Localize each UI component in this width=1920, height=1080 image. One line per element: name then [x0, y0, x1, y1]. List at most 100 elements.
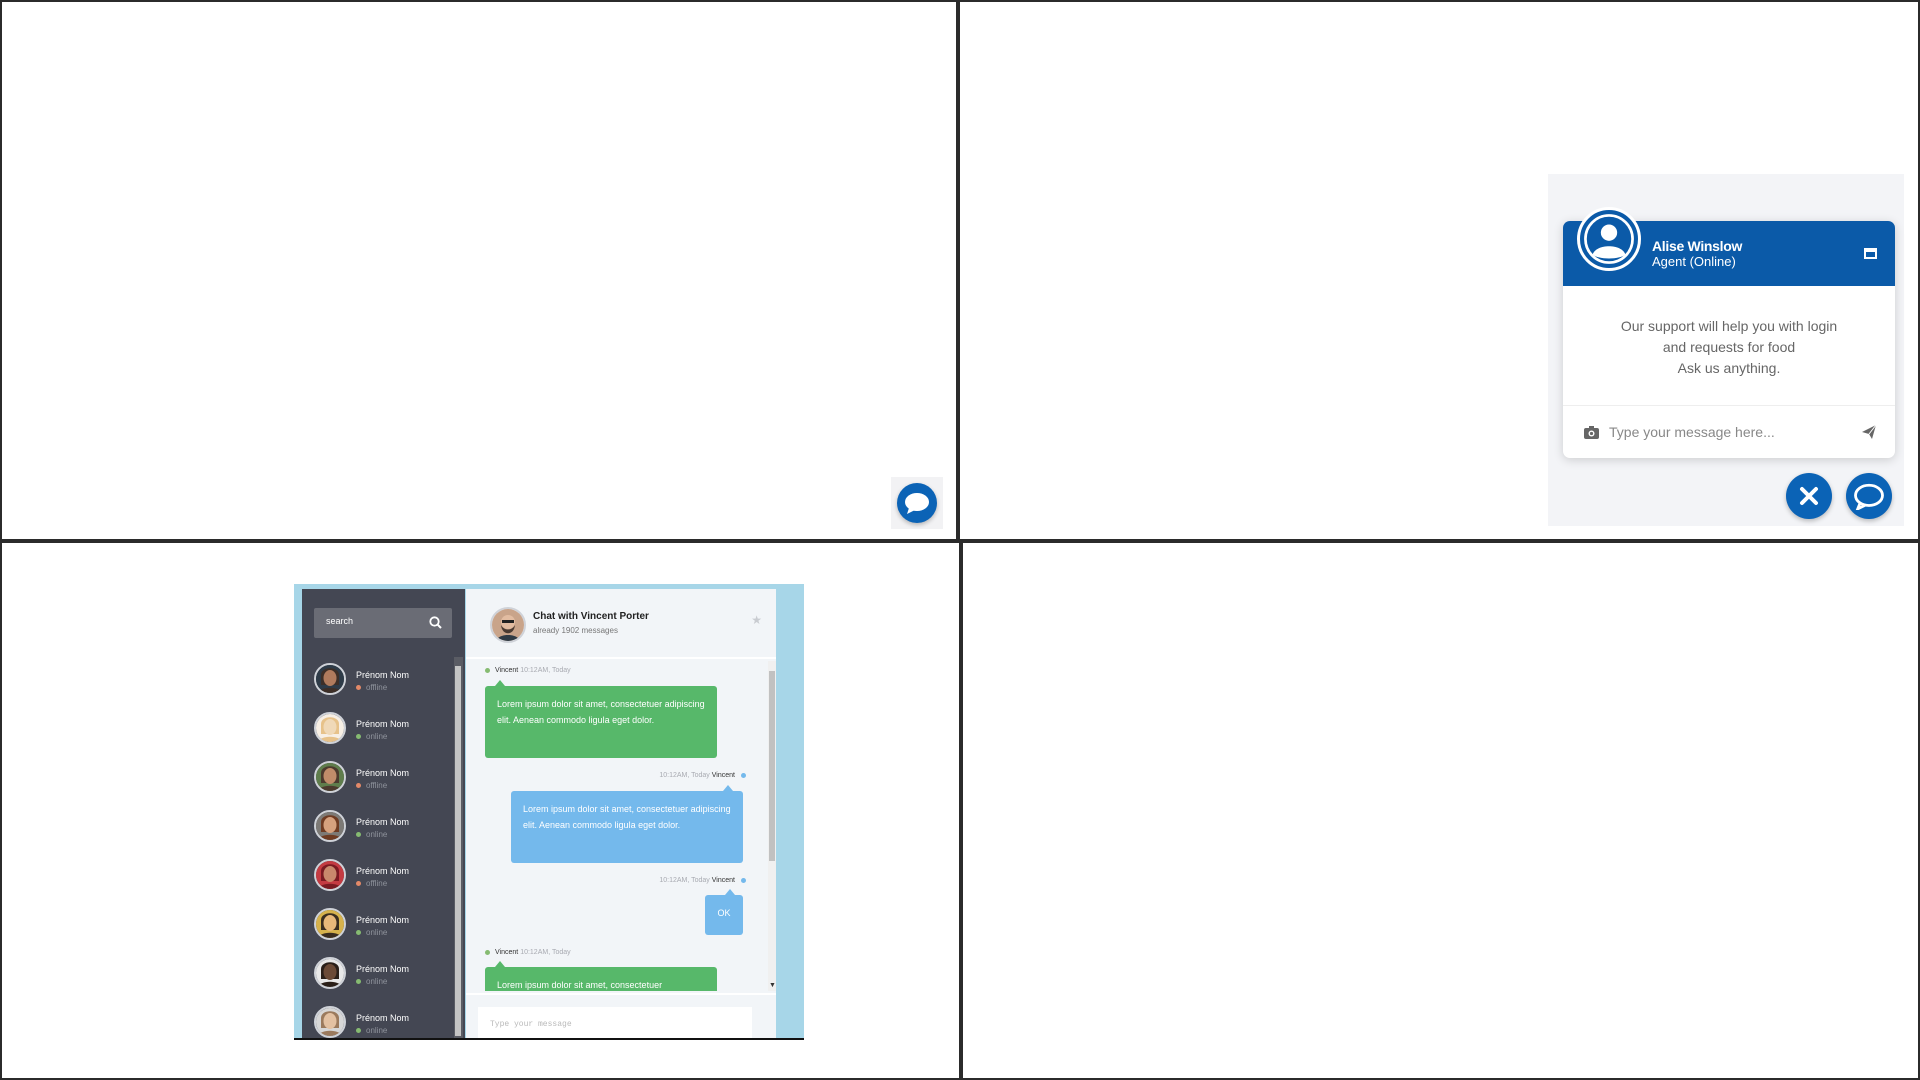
contact-status: online — [356, 830, 387, 839]
send-icon[interactable] — [1861, 424, 1877, 440]
contact-name: Prénom Nom — [356, 866, 410, 876]
status-dot — [356, 979, 361, 985]
avatar — [490, 607, 526, 643]
list-item[interactable]: Prénom Nom online — [314, 1006, 454, 1039]
chat-bubble-icon — [1854, 483, 1884, 510]
contact-status: offline — [356, 683, 387, 692]
message-author: Vincent — [495, 667, 519, 674]
contact-status: online — [356, 732, 387, 741]
message-time: 10:12AM, Today — [659, 772, 710, 779]
online-dot — [741, 877, 746, 883]
contact-status: online — [356, 1026, 387, 1035]
list-item[interactable]: Prénom Nom offline — [314, 663, 454, 712]
screenshot-grid: Alise Winslow Agent (Online) Our support… — [0, 0, 1920, 1080]
status-label: online — [366, 977, 388, 986]
message-input[interactable] — [1609, 424, 1861, 440]
chat-launcher-area — [891, 477, 943, 529]
welcome-message: Our support will help you with login and… — [1563, 316, 1895, 379]
message-text: OK — [717, 908, 731, 918]
message-input[interactable] — [478, 1007, 752, 1039]
panel-empty — [961, 541, 1920, 1080]
panel-chat-app: Prénom Nom offline Prénom Nom online Prénom … — [0, 541, 961, 1080]
welcome-line: Our support will help you with login — [1620, 318, 1838, 334]
chat-window: Alise Winslow Agent (Online) Our support… — [1563, 207, 1895, 458]
agent-name: Alise Winslow — [1652, 238, 1743, 254]
composer — [466, 993, 776, 1039]
camera-icon[interactable] — [1583, 424, 1599, 440]
contact-name: Prénom Nom — [356, 915, 410, 925]
online-dot — [485, 949, 490, 955]
contact-status: offline — [356, 879, 387, 888]
contact-name: Prénom Nom — [356, 964, 410, 974]
list-item[interactable]: Prénom Nom online — [314, 957, 454, 1006]
status-label: online — [366, 830, 388, 839]
message-meta: 10:12AM, Today Vincent — [659, 877, 746, 884]
welcome-line: Ask us anything. — [1677, 360, 1781, 376]
avatar — [314, 810, 346, 842]
status-dot — [356, 930, 361, 936]
chat-main: Chat with Vincent Porter already 1902 me… — [466, 589, 776, 1039]
close-chat-button[interactable] — [1786, 473, 1832, 519]
list-item[interactable]: Prénom Nom offline — [314, 859, 454, 908]
chat-bubble-icon — [905, 493, 929, 514]
status-label: online — [366, 732, 388, 741]
chat-header: Chat with Vincent Porter already 1902 me… — [466, 589, 776, 659]
message-bubble: Lorem ipsum dolor sit amet, consectetuer… — [485, 680, 717, 758]
status-dot — [356, 783, 361, 789]
contact-status: offline — [356, 781, 387, 790]
contact-name: Prénom Nom — [356, 817, 410, 827]
status-dot — [356, 832, 361, 838]
avatar — [314, 761, 346, 793]
welcome-line: and requests for food — [1662, 339, 1796, 355]
status-dot — [356, 1028, 361, 1034]
user-icon — [1584, 214, 1634, 264]
agent-status: Agent (Online) — [1652, 254, 1736, 269]
message-author: Vincent — [711, 772, 735, 779]
chat-history: Vincent 10:12AM, Today Lorem ipsum dolor… — [466, 661, 768, 991]
contact-status: online — [356, 977, 387, 986]
agent-avatar — [1577, 207, 1641, 271]
message-time: 10:12AM, Today — [520, 667, 571, 674]
message-text: Lorem ipsum dolor sit amet, consectetuer — [497, 980, 663, 990]
status-dot — [356, 734, 361, 740]
chat-title: Chat with Vincent Porter — [533, 611, 649, 622]
message-time: 10:12AM, Today — [659, 877, 710, 884]
search-input[interactable] — [326, 616, 426, 626]
list-item[interactable]: Prénom Nom offline — [314, 761, 454, 810]
avatar — [314, 957, 346, 989]
list-item[interactable]: Prénom Nom online — [314, 908, 454, 957]
chat-header: Alise Winslow Agent (Online) — [1563, 207, 1895, 286]
message-time: 10:12AM, Today — [520, 949, 571, 956]
avatar — [314, 663, 346, 695]
chat-app-bottom-border — [294, 1038, 804, 1040]
message-bubble: OK — [705, 889, 743, 935]
avatar — [314, 1006, 346, 1038]
status-label: offline — [366, 879, 388, 888]
list-item[interactable]: Prénom Nom online — [314, 712, 454, 761]
search-box — [314, 608, 452, 638]
search-icon[interactable] — [429, 616, 442, 629]
avatar — [314, 908, 346, 940]
message-text: Lorem ipsum dolor sit amet, consectetuer… — [523, 804, 731, 830]
minimize-icon[interactable] — [1864, 248, 1877, 259]
contact-name: Prénom Nom — [356, 670, 410, 680]
contacts-sidebar: Prénom Nom offline Prénom Nom online Prénom … — [302, 589, 465, 1039]
sidebar-scrollbar-thumb[interactable] — [455, 666, 461, 1036]
message-meta: 10:12AM, Today Vincent — [659, 772, 746, 779]
chat-launcher-button[interactable] — [1846, 473, 1892, 519]
message-text: Lorem ipsum dolor sit amet, consectetuer… — [497, 699, 705, 725]
online-dot — [741, 772, 746, 778]
list-item[interactable]: Prénom Nom online — [314, 810, 454, 859]
panel-collapsed-widget — [0, 0, 958, 541]
contact-status: online — [356, 928, 387, 937]
contact-name: Prénom Nom — [356, 719, 410, 729]
online-dot — [485, 667, 490, 673]
message-meta: Vincent 10:12AM, Today — [485, 667, 571, 674]
scroll-down-icon[interactable]: ▼ — [769, 982, 776, 989]
chat-launcher-button[interactable] — [897, 483, 937, 523]
star-icon[interactable]: ★ — [751, 613, 762, 627]
avatar — [314, 712, 346, 744]
message-bubble: Lorem ipsum dolor sit amet, consectetuer… — [511, 785, 743, 863]
contact-list: Prénom Nom offline Prénom Nom online Prénom … — [314, 663, 454, 1039]
chat-scrollbar-thumb[interactable] — [769, 671, 775, 861]
